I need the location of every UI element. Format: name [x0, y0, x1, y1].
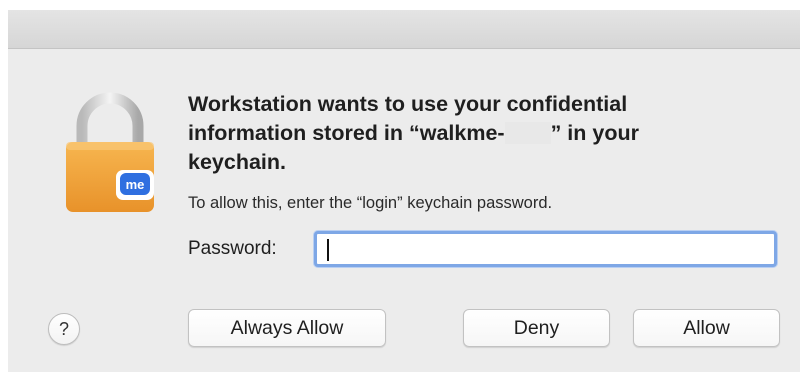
badge-text: me [126, 177, 145, 192]
always-allow-button[interactable]: Always Allow [188, 309, 386, 347]
title-line-1: Workstation wants to use your confidenti… [188, 92, 628, 116]
help-button[interactable]: ? [48, 313, 80, 345]
title-line-2a: information stored in “walkme- [188, 121, 505, 145]
password-input[interactable] [317, 234, 774, 264]
dialog-title: Workstation wants to use your confidenti… [188, 90, 748, 177]
text-caret [327, 239, 329, 261]
title-line-2b: ” in your [550, 121, 639, 145]
title-line-3: keychain. [188, 150, 286, 174]
deny-button[interactable]: Deny [463, 309, 610, 347]
keychain-dialog: me Workstation wants to use your confide… [8, 10, 800, 372]
dialog-subtitle: To allow this, enter the “login” keychai… [188, 194, 553, 212]
redacted-name [504, 122, 551, 144]
password-label: Password: [188, 238, 277, 259]
lock-icon: me [66, 92, 154, 212]
walkme-badge: me [116, 170, 154, 200]
allow-button[interactable]: Allow [633, 309, 780, 347]
window-titlebar [8, 10, 800, 49]
password-field[interactable] [314, 231, 777, 267]
